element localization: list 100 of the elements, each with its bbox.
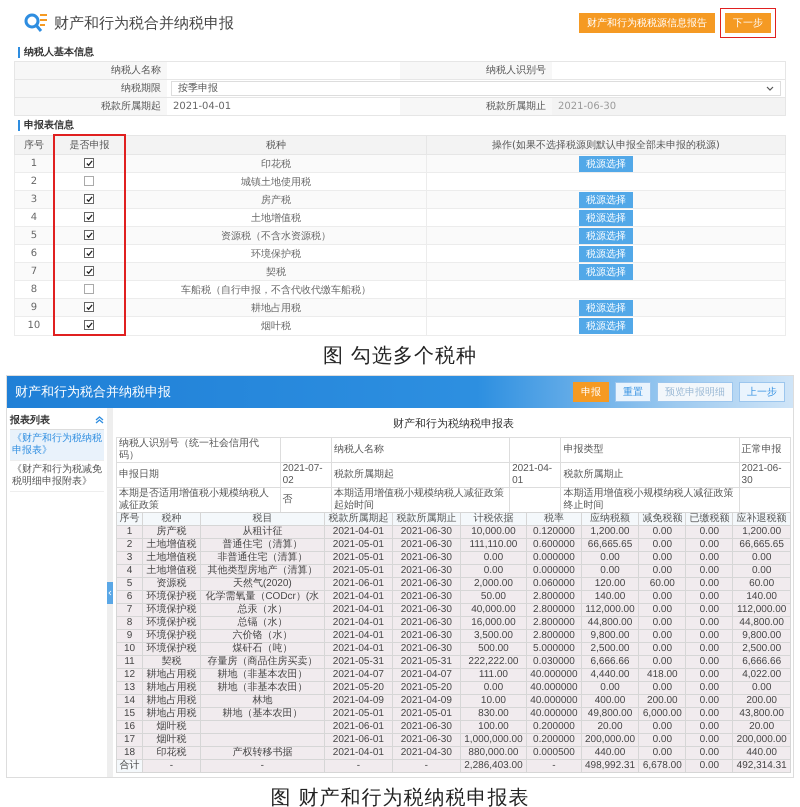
action-button[interactable]: 下一步	[725, 13, 771, 33]
table-cell: 0.00	[732, 552, 790, 564]
table-cell: 烟叶税	[124, 316, 426, 335]
table-cell: 9	[116, 630, 143, 642]
checkbox[interactable]	[84, 212, 94, 222]
table-cell: 0.00	[460, 564, 527, 578]
source-select-button[interactable]: 税源选择	[578, 318, 633, 334]
column-header: 操作(如果不选择税源则默认申报全部未申报的税源)	[426, 135, 786, 154]
table-cell: 0.00	[686, 578, 733, 590]
checkbox[interactable]	[84, 194, 94, 204]
table-cell: 418.00	[638, 668, 686, 682]
checkbox[interactable]	[84, 176, 94, 186]
collapse-icon[interactable]	[95, 416, 104, 424]
checkbox[interactable]	[84, 248, 94, 258]
action-button[interactable]: 财产和行为税税源信息报告	[579, 13, 715, 33]
checkbox[interactable]	[84, 266, 94, 276]
table-cell: 0.00	[638, 526, 686, 538]
source-select-button[interactable]: 税源选择	[578, 210, 633, 226]
checkbox[interactable]	[84, 158, 94, 168]
table-cell: 耕地（非基本农田）	[200, 668, 324, 682]
table-cell: 9	[14, 298, 54, 316]
toolbar-button[interactable]: 上一步	[739, 382, 785, 402]
field-label: 税款所属期止	[400, 98, 552, 115]
source-select-button[interactable]: 税源选择	[578, 228, 633, 244]
table-cell: 耕地占用税	[142, 708, 200, 720]
table-cell: 2021-04-09	[392, 694, 460, 708]
checkbox[interactable]	[84, 320, 94, 330]
table-cell: 0.00	[686, 760, 733, 772]
source-select-button[interactable]: 税源选择	[578, 300, 633, 316]
sidebar-item[interactable]: 《财产和行为税减免税明细申报附表》	[10, 461, 104, 492]
sidebar-item[interactable]: 《财产和行为税纳税申报表》	[10, 430, 104, 461]
table-cell: 煤矸石（吨）	[200, 642, 324, 656]
column-header: 序号	[116, 512, 143, 526]
source-select-button[interactable]: 税源选择	[578, 264, 633, 280]
table-cell: 8	[116, 616, 143, 630]
table-cell: 耕地占用税	[142, 668, 200, 682]
table-cell: 66,665.65	[732, 538, 790, 552]
table-cell: 20.00	[732, 720, 790, 734]
table-cell: 环境保护税	[142, 642, 200, 656]
table-cell: 耕地（基本农田）	[200, 708, 324, 720]
table-cell: 烟叶税	[142, 720, 200, 734]
table-cell: 7	[116, 604, 143, 616]
table-cell: 2021-06-01	[324, 578, 392, 590]
table-cell: 0.00	[686, 526, 733, 538]
table-cell: 土地增值税	[142, 538, 200, 552]
search-list-icon	[24, 12, 48, 34]
table-cell: 2021-06-30	[392, 720, 460, 734]
table-cell: 0.00	[638, 590, 686, 604]
table-cell: 申报类型	[560, 438, 740, 462]
table-cell: 49,800.00	[581, 708, 639, 720]
table-cell: 40.000000	[526, 682, 582, 694]
column-header: 应纳税额	[581, 512, 639, 526]
table-cell: 税款所属期止	[560, 462, 740, 488]
checkbox[interactable]	[84, 284, 94, 294]
table-cell: 2021-06-30	[392, 604, 460, 616]
input-field[interactable]: 2021-04-01	[167, 98, 400, 115]
table-cell: 2021-04-01	[324, 746, 392, 760]
select-field[interactable]: 按季申报	[171, 81, 781, 96]
table-cell: 2021-05-01	[324, 708, 392, 720]
source-select-button[interactable]: 税源选择	[578, 192, 633, 208]
toolbar-button[interactable]: 申报	[573, 382, 609, 402]
table-cell: 111.00	[460, 668, 527, 682]
checkbox[interactable]	[84, 302, 94, 312]
field-label: 纳税人识别号	[400, 62, 552, 79]
table-cell: 申报日期	[116, 462, 280, 488]
table-cell: 40.000000	[526, 668, 582, 682]
column-header: 序号	[14, 135, 54, 154]
table-cell: 200,000.00	[581, 734, 639, 746]
table-cell: 200,000.00	[732, 734, 790, 746]
table-cell: 2021-05-01	[324, 564, 392, 578]
table-cell: 0.00	[686, 668, 733, 682]
checkbox[interactable]	[84, 230, 94, 240]
table-cell: 0.00	[638, 630, 686, 642]
table-cell: 0.00	[638, 616, 686, 630]
table-cell: 0.00	[638, 682, 686, 694]
table-cell: 2021-06-30	[392, 630, 460, 642]
table-cell: 总镉（水）	[200, 616, 324, 630]
table-cell: 1	[14, 154, 54, 172]
table-cell: 2021-06-30	[739, 462, 790, 488]
section-title: 纳税人基本信息	[18, 47, 786, 58]
toolbar-button[interactable]: 重置	[615, 382, 651, 402]
table-cell: 2021-05-01	[324, 538, 392, 552]
report-title: 财产和行为税纳税申报表	[392, 416, 515, 432]
table-cell: 0.00	[686, 552, 733, 564]
table-cell: 0.00	[686, 694, 733, 708]
table-cell: 0.030000	[526, 656, 582, 668]
table-cell: 40.000000	[526, 694, 582, 708]
source-select-button[interactable]: 税源选择	[578, 156, 633, 172]
toolbar-button[interactable]: 预览申报明细	[657, 382, 733, 402]
table-cell: 资源税	[142, 578, 200, 590]
table-cell: 4,022.00	[732, 668, 790, 682]
collapse-handle-icon[interactable]	[107, 582, 113, 604]
table-cell: 环境保护税	[142, 616, 200, 630]
table-cell: 400.00	[581, 694, 639, 708]
table-cell: 耕地占用税	[142, 682, 200, 694]
input-field[interactable]: 2021-06-30	[552, 98, 785, 115]
figure-caption: 图 勾选多个税种	[322, 342, 478, 369]
table-cell: 440.00	[732, 746, 790, 760]
source-select-button[interactable]: 税源选择	[578, 246, 633, 262]
table-cell: 耕地占用税	[124, 298, 426, 316]
